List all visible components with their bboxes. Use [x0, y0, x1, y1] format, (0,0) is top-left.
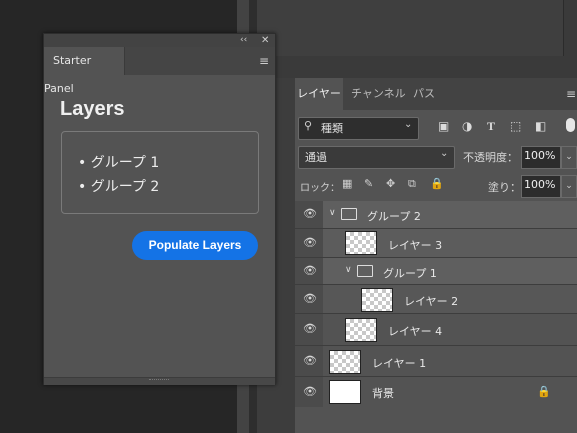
image-filter-icon[interactable]: ▣ [438, 119, 449, 133]
layer-thumbnail [361, 288, 393, 312]
opacity-label: 不透明度： [463, 151, 518, 164]
filter-toggle[interactable] [566, 118, 575, 132]
layer-name: グループ 2 [367, 210, 421, 223]
fill-label: 塗り： [488, 181, 521, 194]
eye-icon[interactable]: 👁 [303, 292, 317, 305]
layer-name: レイヤー 3 [388, 239, 443, 252]
layers-panel-menu-icon[interactable]: ≡ [566, 78, 576, 110]
lock-icon: 🔒 [537, 385, 551, 398]
layers-panel-tab-bar: レイヤー チャンネル パス [295, 78, 577, 110]
collapse-icon[interactable]: ‹‹ [240, 34, 247, 47]
opacity-dropdown-button[interactable]: ⌄ [561, 146, 577, 169]
eye-icon[interactable]: 👁 [303, 385, 317, 398]
lock-all-icon[interactable]: 🔒 [430, 177, 444, 190]
lock-transparency-icon[interactable]: ▦ [342, 177, 352, 190]
fill-value: 100% [524, 178, 556, 191]
fill-dropdown-button[interactable]: ⌄ [561, 175, 577, 198]
filter-kind-select[interactable] [298, 117, 419, 140]
chevron-down-icon[interactable]: ∨ [329, 208, 336, 218]
eye-icon[interactable]: 👁 [303, 207, 317, 220]
row-divider [295, 376, 577, 377]
row-divider [295, 345, 577, 346]
search-icon: ⚲ [304, 119, 313, 132]
folder-icon [357, 265, 373, 277]
folder-icon [341, 208, 357, 220]
eye-icon[interactable]: 👁 [303, 264, 317, 277]
text-filter-icon[interactable]: T [487, 119, 495, 134]
layer-row-group-2[interactable] [295, 201, 577, 228]
list-item: • グループ 2 [78, 179, 160, 195]
layer-name: グループ 1 [383, 267, 437, 280]
starter-panel: ‹‹ ✕ Starter Panel ≡ Layers • グループ 1 • グ… [43, 33, 276, 385]
row-divider [295, 257, 577, 258]
resize-grip-icon[interactable] [149, 379, 169, 382]
list-item: • グループ 1 [78, 155, 160, 171]
chevron-down-icon[interactable]: ∨ [345, 265, 352, 275]
populate-layers-button[interactable]: Populate Layers [132, 231, 258, 260]
layer-thumbnail [329, 350, 361, 374]
adjustment-filter-icon[interactable]: ◑ [462, 119, 472, 133]
eye-icon[interactable]: 👁 [303, 236, 317, 249]
layer-thumbnail [345, 318, 377, 342]
eye-icon[interactable]: 👁 [303, 322, 317, 335]
panel-heading: Layers [60, 98, 125, 120]
blend-mode-value: 通過 [305, 151, 327, 164]
row-divider [295, 228, 577, 229]
lock-label: ロック： [300, 183, 340, 194]
row-divider [295, 284, 577, 285]
smart-object-filter-icon[interactable]: ◧ [535, 119, 546, 133]
row-divider [295, 313, 577, 314]
filter-kind-label: 種類 [321, 122, 343, 135]
tab-starter-panel[interactable]: Starter Panel [44, 47, 125, 95]
tab-channels[interactable]: チャンネル [351, 78, 406, 110]
layer-name: レイヤー 1 [372, 357, 427, 370]
eye-icon[interactable]: 👁 [303, 354, 317, 367]
layer-list-box: • グループ 1 • グループ 2 [61, 131, 259, 214]
tab-layers[interactable]: レイヤー [295, 78, 343, 110]
lock-position-icon[interactable]: ✥ [386, 177, 395, 190]
upper-panel-area [257, 0, 564, 56]
chevron-down-icon: ⌄ [440, 148, 449, 159]
layer-thumbnail [329, 380, 361, 404]
tab-paths[interactable]: パス [413, 78, 435, 110]
lock-pixels-icon[interactable]: ✎ [364, 177, 373, 190]
layer-name: 背景 [372, 387, 394, 400]
layer-name: レイヤー 4 [388, 325, 443, 338]
opacity-value: 100% [524, 149, 556, 162]
chevron-down-icon: ⌄ [404, 119, 413, 130]
close-icon[interactable]: ✕ [261, 34, 269, 47]
panel-menu-icon[interactable]: ≡ [259, 47, 271, 75]
layer-thumbnail [345, 231, 377, 255]
lock-artboard-icon[interactable]: ⧉ [408, 177, 416, 191]
layer-name: レイヤー 2 [404, 295, 459, 308]
shape-filter-icon[interactable]: ⬚ [510, 119, 521, 133]
